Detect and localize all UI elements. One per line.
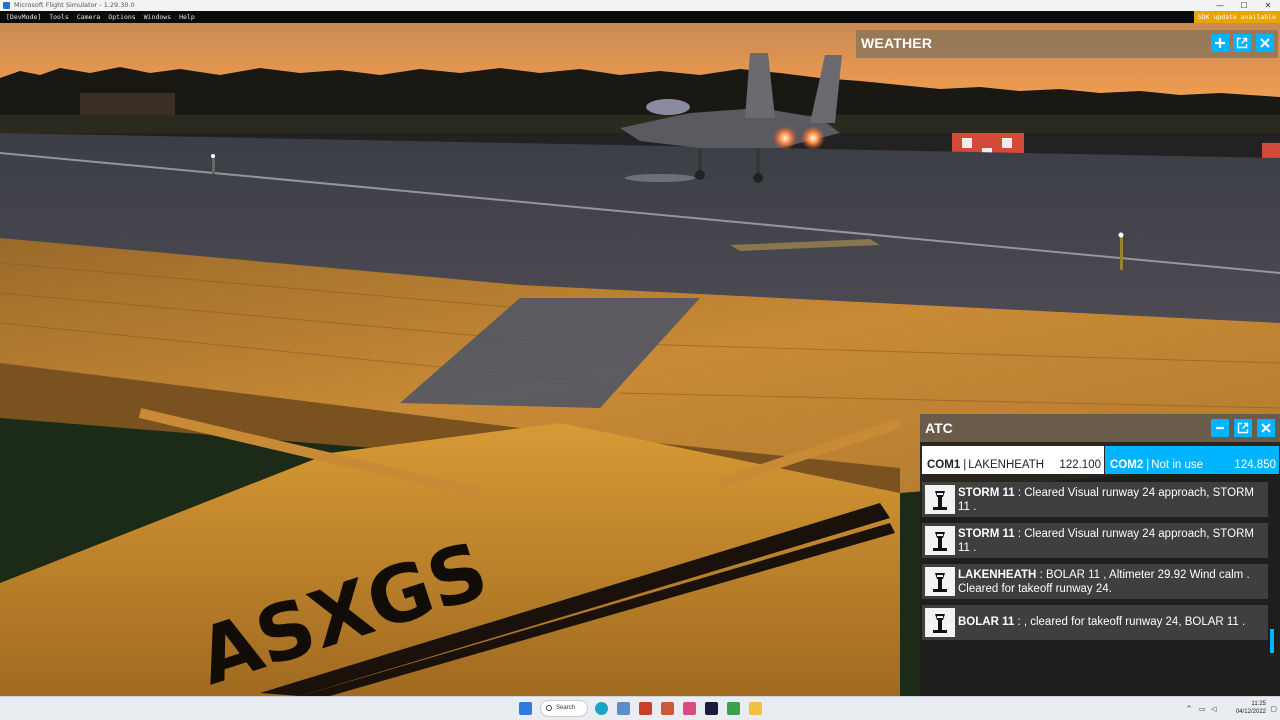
atc-popout-button[interactable] (1234, 419, 1252, 437)
control-tower-icon (925, 526, 955, 555)
com1-station: LAKENHEATH (968, 459, 1045, 471)
atc-message: LAKENHEATH : BOLAR 11 , Altimeter 29.92 … (922, 564, 1268, 599)
menu-tools[interactable]: Tools (49, 11, 69, 23)
atc-minimize-button[interactable] (1211, 419, 1229, 437)
menu-help[interactable]: Help (179, 11, 195, 23)
menu-devmode[interactable]: [DevMode] (6, 11, 41, 23)
taskbar-search[interactable]: Search (540, 700, 588, 717)
popout-icon (1237, 422, 1249, 434)
control-tower-icon (925, 608, 955, 637)
minimize-button[interactable]: — (1208, 0, 1232, 11)
network-icon[interactable]: ▭ (1199, 705, 1206, 713)
menu-camera[interactable]: Camera (77, 11, 100, 23)
atc-title: ATC (925, 420, 953, 436)
popout-icon (1236, 37, 1248, 49)
windows-taskbar: Search ^ ▭ ◁ 11:25 04/12/2022 ▢ (0, 696, 1280, 720)
notification-icon[interactable]: ▢ (1270, 705, 1277, 713)
menu-options[interactable]: Options (108, 11, 135, 23)
control-tower-icon (925, 567, 955, 596)
com2-frequency: 124.850 (1234, 459, 1276, 471)
menu-windows[interactable]: Windows (144, 11, 171, 23)
control-tower-icon (925, 485, 955, 514)
maximize-button[interactable]: ☐ (1232, 0, 1256, 11)
weather-popout-button[interactable] (1233, 34, 1251, 52)
com2-station: Not in use (1151, 459, 1204, 471)
weather-title: WEATHER (861, 35, 933, 51)
com2-label: COM2 (1110, 459, 1144, 471)
search-icon (546, 705, 552, 711)
window-controls: — ☐ ✕ (1208, 0, 1280, 11)
volume-icon[interactable]: ◁ (1211, 705, 1216, 713)
sdk-update-notice[interactable]: SDK update available (1193, 11, 1280, 23)
xbox-icon[interactable] (727, 702, 740, 715)
close-window-button[interactable]: ✕ (1256, 0, 1280, 11)
clock-date: 04/12/2022 (1235, 709, 1266, 715)
office-icon[interactable] (661, 702, 674, 715)
minimize-icon (1216, 426, 1224, 430)
close-icon (1260, 38, 1270, 48)
com1-label: COM1 (927, 459, 961, 471)
snipping-tool-icon[interactable] (683, 702, 696, 715)
start-icon[interactable] (519, 702, 532, 715)
dev-menu-bar: [DevMode] Tools Camera Options Windows H… (0, 11, 1280, 23)
atc-message: STORM 11 : Cleared Visual runway 24 appr… (922, 482, 1268, 517)
message-speaker: BOLAR 11 (958, 616, 1015, 628)
com2-separator: | (1146, 459, 1150, 471)
message-speaker: LAKENHEATH (958, 569, 1037, 581)
atc-message: STORM 11 : Cleared Visual runway 24 appr… (922, 523, 1268, 558)
atc-message-list[interactable]: STORM 11 : Cleared Visual runway 24 appr… (922, 482, 1270, 646)
com1-separator: | (963, 459, 967, 471)
com1-frequency: 122.100 (1059, 459, 1101, 471)
flight-simulator-icon[interactable] (705, 702, 718, 715)
window-title-bar: Microsoft Flight Simulator - 1.29.30.0 —… (0, 0, 1280, 11)
window-title: Microsoft Flight Simulator - 1.29.30.0 (14, 1, 135, 9)
weather-add-button[interactable] (1211, 34, 1229, 52)
app-icon (3, 2, 10, 9)
clock[interactable]: 11:25 04/12/2022 (1236, 700, 1266, 716)
clock-time: 11:25 (1251, 701, 1266, 707)
search-label: Search (556, 705, 576, 711)
photos-icon[interactable] (617, 702, 630, 715)
close-icon (1261, 423, 1271, 433)
message-speaker: STORM 11 (958, 528, 1015, 540)
hangar (80, 93, 175, 115)
atc-close-button[interactable] (1257, 419, 1275, 437)
com2-radio-tab[interactable]: COM2 | Not in use 124.850 (1105, 446, 1279, 474)
atc-header: ATC (920, 414, 1280, 442)
atc-scrollbar[interactable] (1270, 629, 1274, 653)
app-red-icon[interactable] (639, 702, 652, 715)
chevron-up-icon[interactable]: ^ (1186, 705, 1192, 713)
weather-panel: WEATHER (856, 30, 1278, 58)
message-speaker: STORM 11 (958, 487, 1015, 499)
message-text: : , cleared for takeoff runway 24, BOLAR… (1014, 616, 1246, 628)
com1-radio-tab[interactable]: COM1 | LAKENHEATH 122.100 (922, 446, 1104, 474)
plus-icon (1215, 38, 1225, 48)
atc-message: BOLAR 11 : , cleared for takeoff runway … (922, 605, 1268, 640)
weather-close-button[interactable] (1256, 34, 1274, 52)
file-explorer-icon[interactable] (749, 702, 762, 715)
edge-icon[interactable] (595, 702, 608, 715)
atc-panel: ATC COM1 | LAKENHEATH 122.100 COM2 | Not… (920, 414, 1280, 696)
